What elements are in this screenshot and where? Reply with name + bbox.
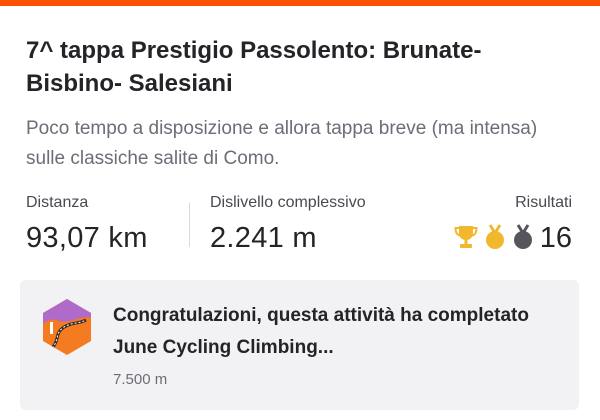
distance-label: Distanza [26,194,89,211]
challenge-goal: 7.500 m [113,371,168,388]
silver-medal-icon [514,224,532,249]
activity-description: Poco tempo a disposizione e allora tappa… [26,118,538,169]
distance-value: 93,07 km [26,222,148,254]
top-accent-bar [0,0,600,6]
gold-medal-icon [486,224,504,249]
challenge-banner[interactable]: Congratulazioni, questa attività ha comp… [20,280,579,410]
trophy-icon [454,226,478,248]
elevation-label: Dislivello complessivo [210,194,366,211]
activity-title: 7^ tappa Prestigio Passolento: Brunate-B… [26,37,482,97]
results-label: Risultati [515,194,572,211]
elevation-value: 2.241 m [210,222,317,254]
challenge-message: Congratulazioni, questa attività ha comp… [113,305,529,358]
stats-divider [189,203,190,247]
results-icons[interactable] [454,224,534,250]
results-count[interactable]: 16 [540,222,572,255]
climbing-challenge-badge-icon [43,299,91,355]
